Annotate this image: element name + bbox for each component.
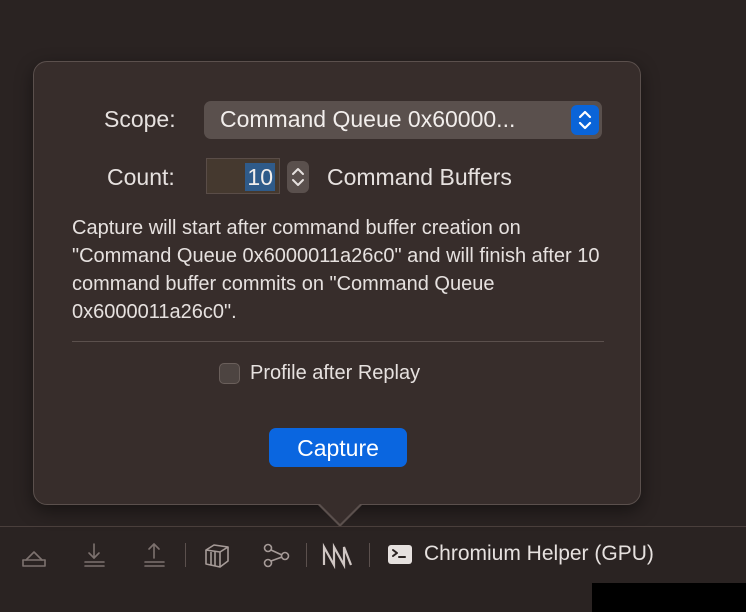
count-unit-label: Command Buffers <box>327 164 512 190</box>
terminal-icon <box>386 540 416 570</box>
graph-icon[interactable] <box>261 540 291 570</box>
count-label: Count: <box>107 164 175 190</box>
count-field[interactable]: 10 <box>206 158 280 194</box>
count-stepper[interactable] <box>287 161 309 193</box>
scope-label: Scope: <box>104 106 176 132</box>
toolbar-separator <box>369 543 370 567</box>
profile-after-replay-label: Profile after Replay <box>250 362 421 384</box>
upload-icon[interactable] <box>140 540 170 570</box>
scope-value: Command Queue 0x60000... <box>220 106 516 132</box>
capture-description: Capture will start after command buffer … <box>72 217 600 323</box>
count-value: 10 <box>245 163 275 191</box>
divider <box>72 341 604 342</box>
toolbar-divider <box>0 526 746 527</box>
scope-select[interactable]: Command Queue 0x60000... <box>204 101 602 139</box>
chevron-updown-icon[interactable] <box>571 105 599 135</box>
toolbar-separator <box>185 543 186 567</box>
toolbar-separator <box>306 543 307 567</box>
tray-up-icon[interactable] <box>19 540 49 570</box>
profile-after-replay-checkbox[interactable] <box>219 363 240 384</box>
process-label[interactable]: Chromium Helper (GPU) <box>424 542 654 566</box>
layers-icon[interactable] <box>202 540 232 570</box>
panel-edge <box>592 583 746 612</box>
popover-arrow-fill <box>319 503 361 524</box>
download-icon[interactable] <box>80 540 110 570</box>
metal-icon[interactable] <box>322 540 353 570</box>
capture-button[interactable]: Capture <box>269 428 407 467</box>
